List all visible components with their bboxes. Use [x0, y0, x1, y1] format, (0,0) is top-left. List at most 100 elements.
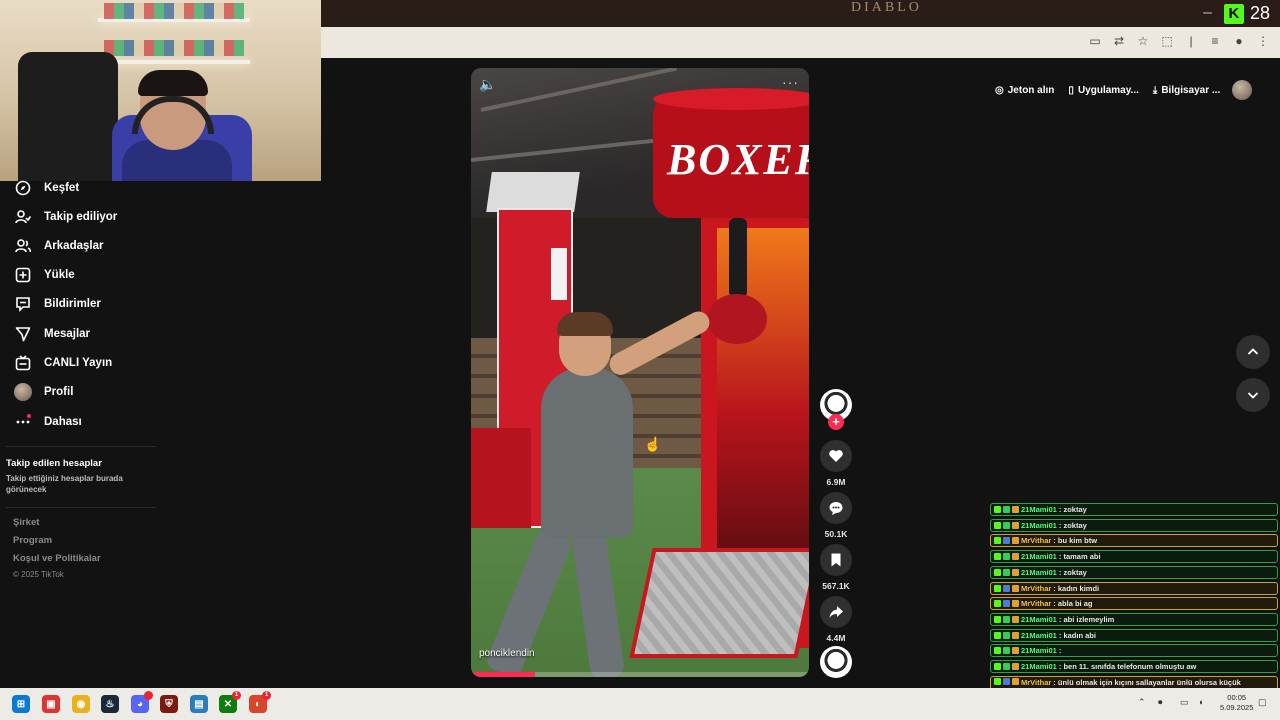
chat-username[interactable]: MrVithar	[1021, 536, 1051, 545]
kick-badge-icon	[994, 647, 1001, 655]
minimize-button[interactable]: –	[1203, 4, 1212, 22]
extensions-icon[interactable]: ⬚	[1160, 34, 1174, 48]
kick-badge-icon	[994, 600, 1001, 608]
sidebar-item-upload[interactable]: Yükle	[14, 265, 75, 285]
kick-badge-icon	[994, 521, 1001, 529]
comment-icon	[829, 502, 843, 515]
chat-username[interactable]: 21Mami01	[1021, 646, 1057, 655]
chat-username[interactable]: 21Mami01	[1021, 505, 1057, 514]
subscriber-badge-icon	[1012, 677, 1019, 685]
windows-start-icon[interactable]: ⊞	[12, 695, 30, 713]
music-disc[interactable]	[820, 646, 852, 678]
subscriber-badge-icon	[1012, 584, 1019, 592]
chat-text: : zoktay	[1058, 520, 1087, 530]
app-icon[interactable]: ◐ 1	[249, 691, 271, 713]
chat-text: : zoktay	[1058, 567, 1087, 577]
menu-icon[interactable]: ⋮	[1256, 34, 1270, 48]
next-video-button[interactable]	[1236, 378, 1270, 412]
browser-address-bar[interactable]: ▭ ⇄ ☆ ⬚ | ≡ ● ⋮	[321, 27, 1280, 58]
more-options-icon[interactable]: ···	[782, 74, 799, 90]
chat-username[interactable]: 21Mami01	[1021, 662, 1057, 671]
mute-icon[interactable]: 🔈	[479, 76, 496, 93]
steam-icon[interactable]: ♨	[101, 695, 119, 713]
divider	[6, 507, 156, 508]
follow-button[interactable]: +	[828, 414, 844, 430]
sidebar-item-profile[interactable]: Profil	[14, 382, 73, 402]
video-person-body	[541, 368, 633, 538]
chat-username[interactable]: 21Mami01	[1021, 615, 1057, 624]
sidebar-item-messages[interactable]: Mesajlar	[14, 324, 90, 344]
share-button[interactable]	[820, 596, 852, 628]
chat-message: 21Mami01: zoktay	[990, 565, 1278, 579]
microphone-icon[interactable]: ⏺	[1158, 697, 1163, 708]
chat-username[interactable]: 21Mami01	[1021, 552, 1057, 561]
subscriber-badge-icon	[1012, 663, 1019, 670]
profile-icon[interactable]: ●	[1232, 34, 1246, 48]
sidebar-item-notifications[interactable]: Bildirimler	[14, 294, 101, 314]
volume-icon[interactable]: ◖	[1198, 697, 1203, 707]
notification-center-icon[interactable]: ▢	[1258, 697, 1267, 708]
game-launcher-icon[interactable]: ⛨	[160, 695, 178, 713]
share-count: 4.4M	[826, 633, 846, 643]
kick-logo-icon: K	[1223, 3, 1244, 24]
desktop-app-label: Bilgisayar ...	[1161, 84, 1221, 96]
kick-badge-icon	[994, 537, 1001, 545]
video-boxer-drum-rim	[653, 88, 809, 110]
video-player[interactable]: BOXER 🔈 ··· ponciklendin	[471, 68, 809, 677]
chat-message: 21Mami01: kadın abi	[990, 628, 1278, 642]
sidebar-item-explore[interactable]: Keşfet	[14, 178, 79, 198]
subscriber-badge-icon	[1012, 568, 1019, 576]
clock[interactable]: 00:05 5.09.2025	[1220, 693, 1253, 713]
xbox-badge: 1	[232, 691, 241, 700]
translate-icon[interactable]: ⇄	[1112, 34, 1126, 48]
sidebar-item-following[interactable]: Takip ediliyor	[14, 207, 117, 227]
chat-username[interactable]: 21Mami01	[1021, 631, 1057, 640]
chat-message: 21Mami01: zoktay	[990, 518, 1278, 532]
reading-list-icon[interactable]: ≡	[1208, 34, 1222, 48]
chat-username[interactable]: 21Mami01	[1021, 521, 1057, 530]
sidebar-item-label: Mesajlar	[44, 328, 91, 340]
streaming-app-icon[interactable]: ▣	[42, 695, 60, 713]
kick-badge-icon	[994, 663, 1001, 670]
kick-badge-icon	[994, 553, 1001, 561]
user-avatar[interactable]	[1232, 80, 1252, 100]
get-coins-button[interactable]: ◎ Jeton alın	[988, 76, 1061, 104]
save-button[interactable]	[820, 544, 852, 576]
get-app-button[interactable]: ▯ Uygulamay...	[1061, 76, 1145, 104]
footer-link-program[interactable]: Program	[13, 535, 52, 546]
subscriber-badge-icon	[1012, 600, 1019, 608]
like-button[interactable]	[820, 440, 852, 472]
chat-username[interactable]: MrVithar	[1021, 584, 1051, 593]
coin-icon: ◎	[995, 84, 1004, 96]
footer-link-company[interactable]: Şirket	[13, 517, 39, 528]
sidebar-item-more[interactable]: Dahası	[14, 412, 82, 432]
discord-icon[interactable]: ◕	[131, 691, 153, 713]
footer-link-terms[interactable]: Koşul ve Politikalar	[13, 553, 101, 564]
chat-badge-icon	[1003, 506, 1010, 513]
chat-text: : tamam abi	[1058, 552, 1101, 562]
previous-video-button[interactable]	[1236, 335, 1270, 369]
tray-chevron-icon[interactable]: ⌃	[1138, 697, 1146, 708]
video-username[interactable]: ponciklendin	[479, 648, 535, 659]
video-machine-left-base	[471, 428, 531, 528]
chat-badge-icon	[1003, 600, 1010, 608]
chat-username[interactable]: MrVithar	[1021, 599, 1051, 608]
video-person-hair	[557, 312, 613, 336]
subscriber-badge-icon	[1012, 631, 1019, 639]
chrome-icon[interactable]: ◉	[72, 695, 90, 713]
comment-button[interactable]	[820, 492, 852, 524]
chat-text: : bu kim btw	[1053, 536, 1098, 546]
sidebar-item-live[interactable]: CANLI Yayın	[14, 353, 112, 373]
xbox-icon[interactable]: ✕ 1	[219, 691, 241, 713]
chat-username[interactable]: MrVithar	[1021, 678, 1051, 687]
chat-username[interactable]: 21Mami01	[1021, 568, 1057, 577]
chat-text: : zoktay	[1058, 505, 1087, 514]
video-progress-bar[interactable]	[471, 672, 809, 677]
bookmark-star-icon[interactable]: ☆	[1136, 34, 1150, 48]
sidebar-item-friends[interactable]: Arkadaşlar	[14, 236, 103, 256]
chat-badge-icon	[1003, 537, 1010, 545]
cast-icon[interactable]: ▭	[1088, 34, 1102, 48]
desktop-app-button[interactable]: ⤓ Bilgisayar ...	[1146, 76, 1227, 104]
network-icon[interactable]: ▭	[1180, 697, 1189, 708]
store-icon[interactable]: ▤	[190, 695, 208, 713]
